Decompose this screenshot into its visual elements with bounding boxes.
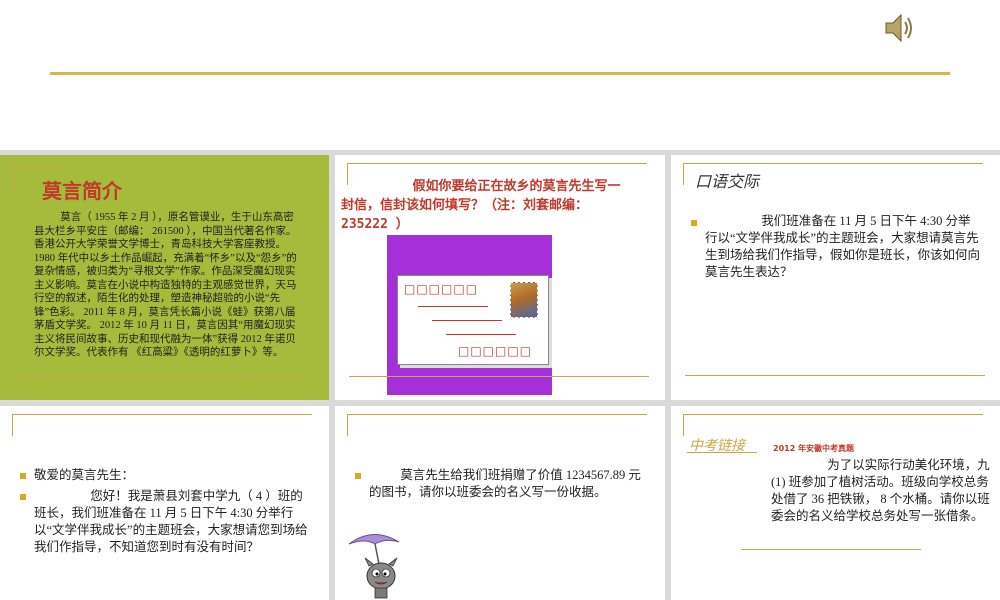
corner-decor bbox=[347, 414, 348, 436]
oral-title: 口语交际 bbox=[695, 174, 760, 191]
top-divider bbox=[347, 414, 647, 415]
top-divider bbox=[683, 163, 983, 164]
top-divider bbox=[12, 414, 312, 415]
panel-greeting: 敬爱的莫言先生： 您好！我是萧县刘套中学九（ 4 ）班的班长，我们班准备在 11… bbox=[0, 406, 329, 600]
bullet-icon bbox=[691, 220, 697, 226]
cartoon-mascot-image bbox=[345, 524, 405, 600]
oral-text: 我们班准备在 11 月 5 日下午 4:30 分举行以“文学伴我成长”的主题班会… bbox=[705, 214, 981, 279]
label-underline bbox=[687, 452, 757, 453]
top-divider bbox=[50, 72, 950, 75]
postcode-boxes-bottom: □□□□□□ bbox=[458, 344, 533, 358]
speaker-icon[interactable] bbox=[882, 8, 918, 48]
corner-decor bbox=[12, 167, 72, 168]
address-line bbox=[418, 306, 488, 307]
address-line bbox=[432, 320, 502, 321]
exam-text: 为了以实际行动美化环境，九 (1) 班参加了植树活动。班级向学校总务处借了 36… bbox=[771, 458, 990, 523]
panel-exam: 中考链接 2012 年安徽中考真题 为了以实际行动美化环境，九 (1) 班参加了… bbox=[671, 406, 1000, 600]
address-line bbox=[446, 334, 516, 335]
corner-decor bbox=[12, 414, 13, 436]
panel-receipt: 莫言先生给我们班捐赠了价值 1234567.89 元的图书，请你以班委会的名义写… bbox=[335, 406, 665, 600]
intro-body: 莫言（ 1955 年 2 月 ），原名管谟业，生于山东高密县大栏乡平安庄（邮编：… bbox=[34, 212, 297, 358]
panel-oral: 口语交际 我们班准备在 11 月 5 日下午 4:30 分举行以“文学伴我成长”… bbox=[671, 155, 1000, 400]
panel-intro: 莫言简介 莫言（ 1955 年 2 月 ），原名管谟业，生于山东高密县大栏乡平安… bbox=[0, 155, 329, 400]
corner-decor bbox=[12, 167, 13, 192]
receipt-text: 莫言先生给我们班捐赠了价值 1234567.89 元的图书，请你以班委会的名义写… bbox=[369, 468, 641, 499]
greeting-line-1: 敬爱的莫言先生： bbox=[34, 468, 135, 482]
top-divider bbox=[683, 414, 983, 415]
bullet-icon bbox=[355, 473, 361, 479]
envelope: □□□□□□ □□□□□□ bbox=[397, 275, 549, 365]
top-divider bbox=[347, 163, 647, 164]
corner-decor bbox=[683, 414, 684, 436]
bullet-icon bbox=[20, 473, 26, 479]
exam-source: 2012 年安徽中考真题 bbox=[773, 444, 855, 453]
stamp-icon bbox=[510, 282, 538, 318]
corner-decor bbox=[683, 163, 684, 185]
bullet-icon bbox=[20, 494, 26, 500]
envelope-background: □□□□□□ □□□□□□ bbox=[387, 235, 552, 395]
bottom-divider bbox=[685, 375, 985, 376]
greeting-line-2: 您好！我是萧县刘套中学九（ 4 ）班的班长，我们班准备在 11 月 5 日下午 … bbox=[34, 489, 308, 554]
intro-title: 莫言简介 bbox=[42, 181, 122, 203]
bottom-divider bbox=[349, 376, 649, 377]
letter-question: 假如你要给正在故乡的莫言先生写一封信，信封该如何填写？（注：刘套邮编： 2352… bbox=[341, 179, 621, 232]
postcode-boxes-top: □□□□□□ bbox=[404, 282, 479, 296]
bottom-divider bbox=[741, 549, 921, 550]
panel-letter: 假如你要给正在故乡的莫言先生写一封信，信封该如何填写？（注：刘套邮编： 2352… bbox=[335, 155, 665, 400]
bottom-divider bbox=[12, 376, 312, 377]
